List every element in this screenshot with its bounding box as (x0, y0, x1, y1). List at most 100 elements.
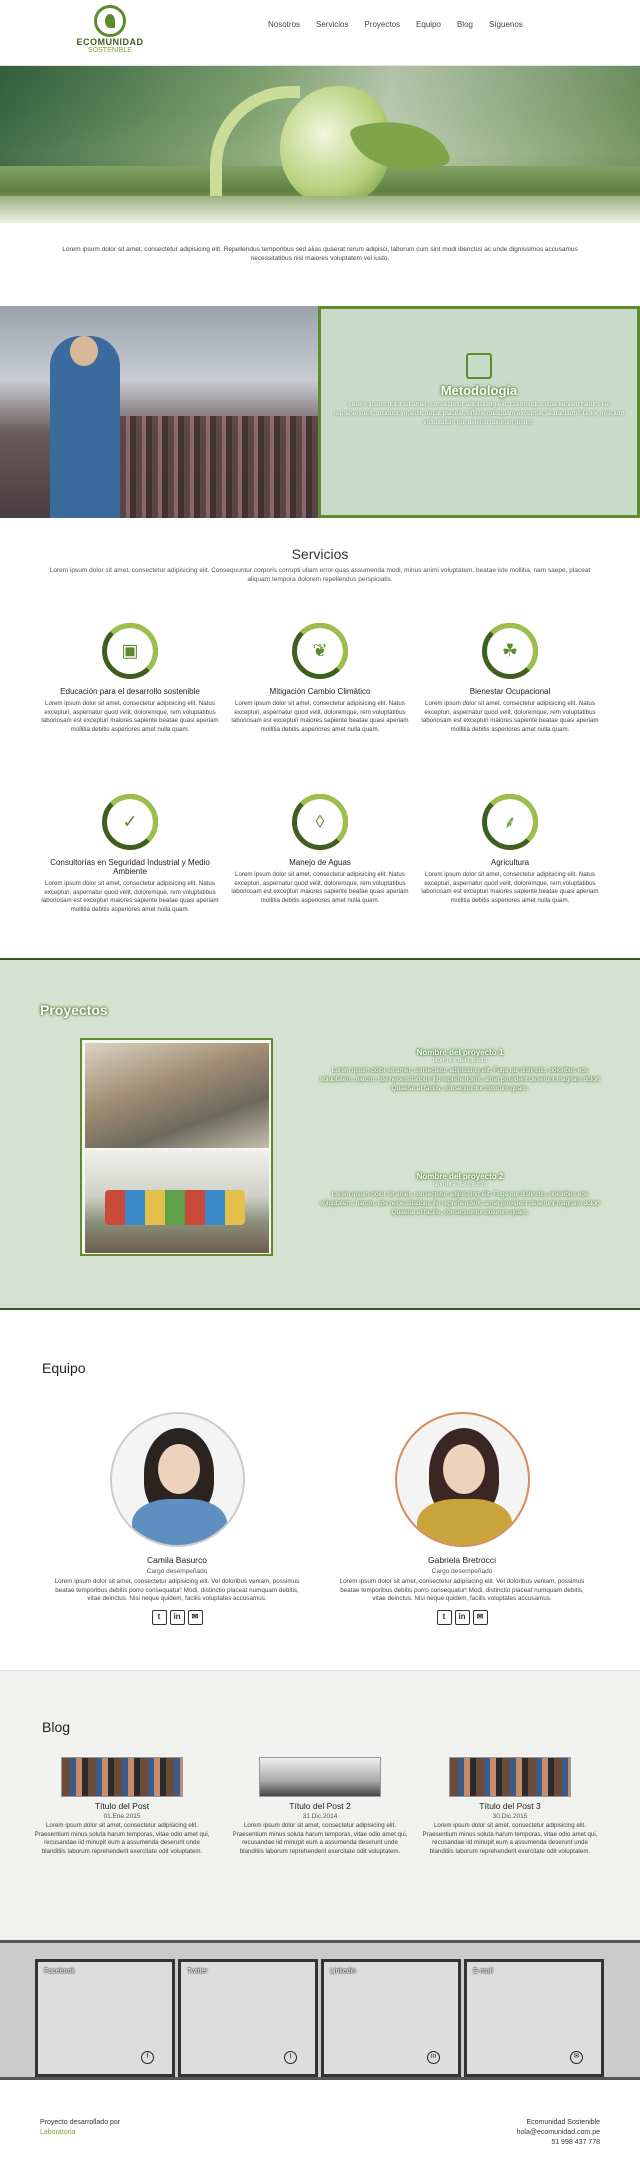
service-card: ▣ Educación para el desarrollo sostenibl… (35, 623, 225, 734)
service-card: ◊ Manejo de Aguas Lorem ipsum dolor sit … (225, 794, 415, 905)
member-role: Cargo desempeñado (431, 1568, 493, 1575)
intro-section: Lorem ipsum dolor sit amet, consectetur … (0, 223, 640, 306)
blog-post: Título del Post 3 30.Dic.2015 Lorem ipsu… (420, 1757, 600, 1856)
leaf-logo-icon (94, 5, 126, 37)
twitter-icon[interactable]: t (284, 2051, 297, 2064)
project-photo-2[interactable] (85, 1150, 269, 1253)
social-links: t in ✉ (337, 1609, 587, 1625)
post-thumbnail[interactable] (259, 1757, 381, 1797)
team-member: Gabriela Bretrocci Cargo desempeñado Lor… (337, 1412, 587, 1625)
facebook-box[interactable]: Facebook f (35, 1959, 175, 2077)
service-title: Educación para el desarrollo sostenible (60, 687, 200, 696)
post-thumbnail[interactable] (61, 1757, 183, 1797)
post-date: 31.Dic.2014 (302, 1813, 338, 1820)
project-name[interactable]: Nombre del proyecto 1 (320, 1048, 600, 1057)
mail-icon[interactable]: ✉ (187, 1609, 203, 1625)
footer-contact: Ecomunidad Sostenible hola@ecomunidad.co… (517, 2118, 600, 2148)
twitter-icon[interactable]: t (436, 1609, 452, 1625)
post-excerpt: Lorem ipsum dolor sit amet, consectetur … (422, 1822, 598, 1855)
wheat-icon: ⸙ (482, 794, 538, 850)
blog-title: Blog (42, 1719, 71, 1735)
servicios-section: Servicios Lorem ipsum dolor sit amet, co… (0, 518, 640, 958)
blog-post: Título del Post 01.Ene.2015 Lorem ipsum … (32, 1757, 212, 1856)
service-title: Bienestar Ocupacional (469, 687, 551, 696)
org-name: Ecomunidad Sostenible (526, 2119, 600, 2126)
twitter-icon[interactable]: t (151, 1609, 167, 1625)
equipo-section: Equipo Camila Basurco Cargo desempeñado … (0, 1310, 640, 1670)
post-title[interactable]: Título del Post 2 (230, 1801, 410, 1811)
linkedin-box[interactable]: Linkedin in (321, 1959, 461, 2077)
servicios-title: Servicios (291, 546, 349, 562)
metodologia-section: Metodología Lorem ipsum dolor sit amet, … (0, 306, 640, 518)
service-text: Lorem ipsum dolor sit amet, consectetur … (41, 880, 219, 913)
proyectos-title: Proyectos (40, 1002, 108, 1018)
metodologia-text: Lorem ipsum dolor sit amet, consectetur … (333, 401, 624, 426)
linkedin-icon[interactable]: in (427, 2051, 440, 2064)
linkedin-icon[interactable]: in (454, 1609, 470, 1625)
member-name: Gabriela Bretrocci (427, 1555, 497, 1565)
hero-banner-image (0, 66, 640, 223)
nav-link-servicios[interactable]: Servicios (316, 20, 348, 29)
main-nav: Nosotros Servicios Proyectos Equipo Blog… (268, 20, 539, 29)
presentation-icon: ▣ (102, 623, 158, 679)
logo-line2: SOSTENIBLE (88, 47, 132, 54)
email-box[interactable]: E-mail ✉ (464, 1959, 604, 2077)
contact-email[interactable]: hola@ecomunidad.com.pe (517, 2128, 600, 2138)
service-title: Consultorías en Seguridad Industrial y M… (50, 858, 210, 876)
nav-link-blog[interactable]: Blog (457, 20, 473, 29)
nav-link-proyectos[interactable]: Proyectos (364, 20, 400, 29)
service-text: Lorem ipsum dolor sit amet, consectetur … (231, 871, 409, 904)
social-links: t in ✉ (52, 1609, 302, 1625)
proyectos-gallery (80, 1038, 273, 1256)
post-thumbnail[interactable] (449, 1757, 571, 1797)
site-logo[interactable]: ECOMUNIDAD SOSTENIBLE (70, 5, 150, 63)
presentation-icon (466, 353, 492, 379)
service-title: Agricultura (490, 858, 530, 867)
avatar (109, 1412, 245, 1547)
nav-link-nosotros[interactable]: Nosotros (268, 20, 300, 29)
post-excerpt: Lorem ipsum dolor sit amet, consectetur … (34, 1822, 210, 1855)
site-footer: Proyecto desarrollado por Laboratoria Ec… (0, 2080, 640, 2167)
laboratoria-link[interactable]: Laboratoria (40, 2128, 120, 2138)
service-card: ☘ Bienestar Ocupacional Lorem ipsum dolo… (415, 623, 605, 734)
service-title: Mitigación Cambio Climático (269, 687, 371, 696)
metodologia-panel: Metodología Lorem ipsum dolor sit amet, … (318, 306, 640, 518)
nav-link-equipo[interactable]: Equipo (416, 20, 441, 29)
box-label: E-mail (473, 1968, 493, 1975)
mail-icon[interactable]: ✉ (472, 1609, 488, 1625)
member-bio: Lorem ipsum dolor sit amet, consectetur … (339, 1578, 585, 1602)
contact-phone: 51 998 437 778 (551, 2139, 600, 2146)
footer-credits: Proyecto desarrollado por Laboratoria (40, 2118, 120, 2138)
nav-link-siguenos[interactable]: Síguenos (489, 20, 523, 29)
service-card: ❦ Mitigación Cambio Climático Lorem ipsu… (225, 623, 415, 734)
project-name[interactable]: Nombre del proyecto 2 (320, 1172, 600, 1181)
member-role: Cargo desempeñado (146, 1568, 208, 1575)
mail-icon[interactable]: ✉ (570, 2051, 583, 2064)
linkedin-icon[interactable]: in (169, 1609, 185, 1625)
facebook-icon[interactable]: f (141, 2051, 154, 2064)
box-label: Facebook (44, 1968, 75, 1975)
project-district: Nombre del distrito (432, 1057, 488, 1064)
service-text: Lorem ipsum dolor sit amet, consectetur … (41, 700, 219, 733)
service-title: Manejo de Aguas (289, 858, 351, 867)
box-label: Twitter (187, 1968, 208, 1975)
post-date: 30.Dic.2015 (492, 1813, 528, 1820)
logo-line1: ECOMUNIDAD (76, 37, 144, 47)
post-title[interactable]: Título del Post 3 (420, 1801, 600, 1811)
twitter-box[interactable]: Twitter t (178, 1959, 318, 2077)
avatar (394, 1412, 530, 1547)
project-text: Lorem ipsum dolor sit amet, consectetur … (320, 1067, 600, 1092)
box-label: Linkedin (330, 1968, 357, 1975)
blog-section: Blog Título del Post 01.Ene.2015 Lorem i… (0, 1670, 640, 1940)
project-text: Lorem ipsum dolor sit amet, consectetur … (320, 1191, 600, 1216)
post-title[interactable]: Título del Post (32, 1801, 212, 1811)
post-excerpt: Lorem ipsum dolor sit amet, consectetur … (232, 1822, 408, 1855)
service-card: ⸙ Agricultura Lorem ipsum dolor sit amet… (415, 794, 605, 905)
service-text: Lorem ipsum dolor sit amet, consectetur … (421, 700, 599, 733)
intro-text: Lorem ipsum dolor sit amet, consectetur … (62, 246, 578, 262)
site-header: ECOMUNIDAD SOSTENIBLE Nosotros Servicios… (0, 0, 640, 66)
project-photo-1[interactable] (85, 1043, 269, 1148)
service-text: Lorem ipsum dolor sit amet, consectetur … (421, 871, 599, 904)
team-member: Camila Basurco Cargo desempeñado Lorem i… (52, 1412, 302, 1625)
member-name: Camila Basurco (147, 1555, 207, 1565)
